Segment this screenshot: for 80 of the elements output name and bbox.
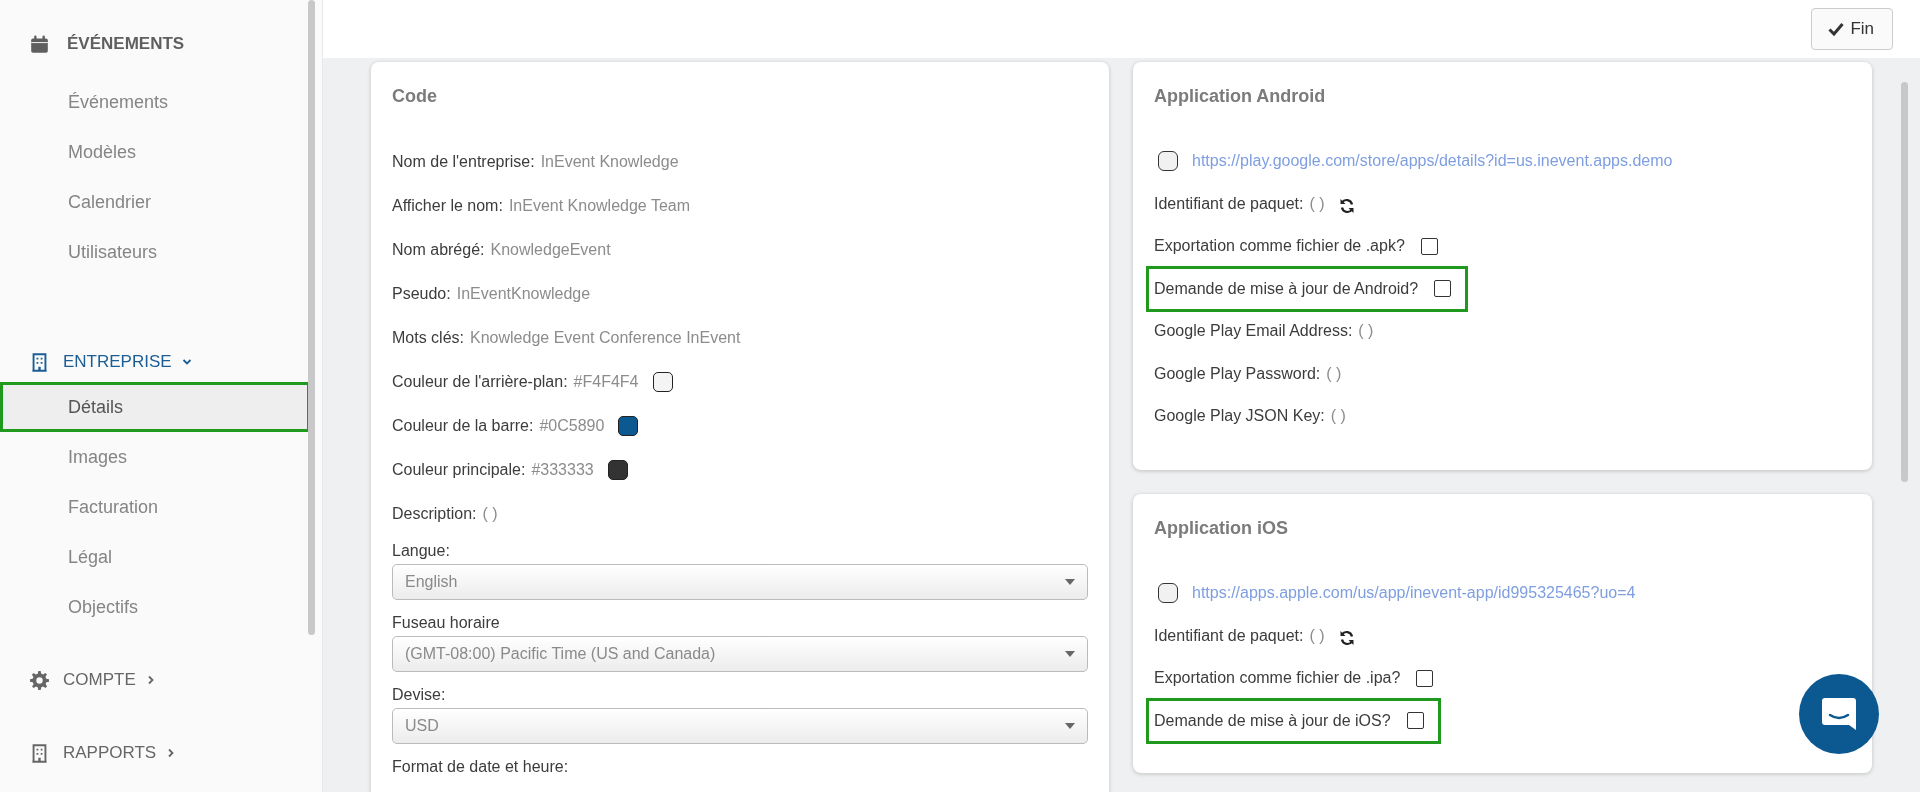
checkbox[interactable] xyxy=(1158,151,1178,172)
building-icon xyxy=(30,743,49,763)
field-label: Pseudo: xyxy=(392,285,451,303)
checkbox[interactable] xyxy=(1158,583,1178,604)
dropdown[interactable]: USD xyxy=(392,708,1088,744)
field-label: Demande de mise à jour de iOS? xyxy=(1154,711,1391,730)
done-button[interactable]: Fin xyxy=(1811,8,1893,50)
card-title: Application Android xyxy=(1154,86,1327,108)
settings-icon xyxy=(30,670,49,690)
field-value: ( ) xyxy=(1309,194,1325,213)
sidebar-section[interactable]: ENTREPRISE xyxy=(0,342,322,382)
checkbox[interactable] xyxy=(1416,669,1434,687)
card-title: Application iOS xyxy=(1154,518,1289,540)
sidebar-item[interactable]: Facturation xyxy=(0,482,310,532)
field-label: Langue: xyxy=(392,542,451,561)
field-label: Identifiant de paquet: xyxy=(1154,194,1304,213)
field-value: Knowledge Event Conference InEvent xyxy=(470,329,741,347)
chevron-down-icon xyxy=(181,357,192,367)
field-value: InEventKnowledge xyxy=(456,285,591,303)
checkbox[interactable] xyxy=(1406,712,1424,729)
color-swatch[interactable] xyxy=(607,460,628,480)
field-label: Fuseau horaire xyxy=(392,614,501,633)
sidebar-item[interactable]: Légal xyxy=(0,532,310,582)
sidebar-item[interactable]: Objectifs xyxy=(0,582,310,632)
field-value: InEvent Knowledge Team xyxy=(508,197,691,215)
field-label: Exportation comme fichier de .apk? xyxy=(1154,237,1405,256)
calendar-icon xyxy=(30,34,49,54)
sidebar-section[interactable]: ÉVÉNEMENTS xyxy=(0,24,322,64)
field-value: KnowledgeEvent xyxy=(490,241,611,259)
checkbox[interactable] xyxy=(1434,280,1452,297)
field-label: Devise: xyxy=(392,686,447,705)
field-label: Nom abrégé: xyxy=(392,241,485,259)
field-label: Afficher le nom: xyxy=(392,197,503,215)
store-link[interactable]: https://play.google.com/store/apps/details?id=us.inevent.apps.demo xyxy=(1192,152,1673,171)
field-label: Google Play JSON Key: xyxy=(1154,407,1325,426)
field-label: Description: xyxy=(392,505,477,523)
caret-down-icon xyxy=(1065,723,1075,729)
sidebar-item[interactable]: Modèles xyxy=(0,127,310,177)
field-value: ( ) xyxy=(1326,364,1342,383)
field-value: ( ) xyxy=(1358,322,1374,341)
field-value: ( ) xyxy=(1309,626,1325,645)
dropdown[interactable]: (GMT-08:00) Pacific Time (US and Canada) xyxy=(392,636,1088,672)
field-value: ( ) xyxy=(482,505,498,523)
building-icon xyxy=(30,352,49,372)
field-label: Google Play Password: xyxy=(1154,364,1321,383)
field-label: Couleur de l'arrière-plan: xyxy=(392,373,568,391)
field-label: Couleur principale: xyxy=(392,461,526,479)
sidebar-item[interactable]: Calendrier xyxy=(0,177,310,227)
color-swatch[interactable] xyxy=(652,372,673,392)
refresh-icon[interactable] xyxy=(1338,197,1355,214)
field-label: Identifiant de paquet: xyxy=(1154,626,1304,645)
scrollbar[interactable] xyxy=(1901,82,1908,482)
caret-down-icon xyxy=(1065,651,1075,657)
field-label: Mots clés: xyxy=(392,329,464,347)
sidebar-item[interactable]: Images xyxy=(0,432,310,482)
color-swatch[interactable] xyxy=(618,416,639,436)
sidebar-section[interactable]: COMPTE xyxy=(0,660,322,700)
sidebar-item[interactable]: Événements xyxy=(0,77,310,127)
check-icon xyxy=(1828,22,1845,36)
sidebar-item[interactable]: Utilisateurs xyxy=(0,227,310,277)
field-value: ( ) xyxy=(1330,407,1346,426)
field-label: Google Play Email Address: xyxy=(1154,322,1353,341)
checkbox[interactable] xyxy=(1420,237,1438,255)
field-label: Format de date et heure: xyxy=(392,758,570,777)
sidebar-section[interactable]: RAPPORTS xyxy=(0,733,322,773)
field-value: #F4F4F4 xyxy=(573,373,639,391)
dropdown[interactable]: English xyxy=(392,564,1088,600)
field-value: InEvent Knowledge xyxy=(540,153,679,171)
field-label: Nom de l'entreprise: xyxy=(392,153,535,171)
scrollbar[interactable] xyxy=(308,0,315,635)
caret-down-icon xyxy=(1065,579,1075,585)
field-value: #0C5890 xyxy=(539,417,605,435)
card-title: Code xyxy=(392,86,438,108)
refresh-icon[interactable] xyxy=(1338,629,1355,646)
field-value: #333333 xyxy=(531,461,594,479)
field-label: Exportation comme fichier de .ipa? xyxy=(1154,669,1401,688)
store-link[interactable]: https://apps.apple.com/us/app/inevent-app/id995325465?uo=4 xyxy=(1192,584,1636,603)
field-label: Demande de mise à jour de Android? xyxy=(1154,279,1419,298)
sidebar-item[interactable]: Détails xyxy=(0,382,310,432)
field-label: Couleur de la barre: xyxy=(392,417,534,435)
